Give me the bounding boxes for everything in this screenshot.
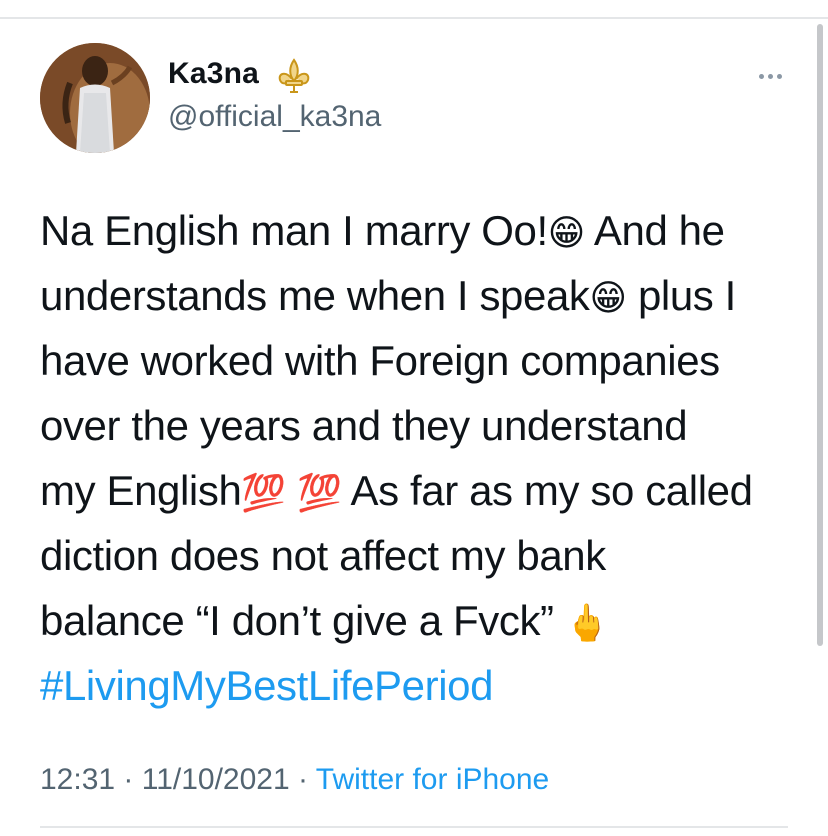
separator: · xyxy=(115,763,142,796)
avatar-image xyxy=(40,43,150,153)
tweet-line: over the years and they understand xyxy=(40,402,688,449)
tweet-line: balance “I don’t give a Fvck” 🖕 xyxy=(40,597,610,644)
more-dot xyxy=(758,73,764,79)
user-handle[interactable]: @official_ka3na xyxy=(168,100,381,134)
grinning-face-emoji: 😁 xyxy=(547,213,586,254)
avatar[interactable] xyxy=(40,43,150,153)
tweet-line: diction does not affect my bank xyxy=(40,532,606,579)
tweet-text: Na English man I marry Oo!😁 And he under… xyxy=(40,198,810,718)
fleur-de-lis-icon xyxy=(278,58,310,93)
tweet-metadata: 12:31 · 11/10/2021 · Twitter for iPhone xyxy=(40,763,549,797)
hundred-points-emoji: 💯 xyxy=(241,473,286,514)
tweet-time[interactable]: 12:31 xyxy=(40,763,115,796)
tweet-line: have worked with Foreign companies xyxy=(40,337,720,384)
grinning-face-emoji: 😁 xyxy=(589,278,628,319)
tweet-date[interactable]: 11/10/2021 xyxy=(142,763,290,796)
middle-finger-emoji: 🖕 xyxy=(564,603,610,644)
bottom-divider xyxy=(40,826,788,828)
separator: · xyxy=(289,763,316,796)
tweet-source-link[interactable]: Twitter for iPhone xyxy=(316,763,549,796)
tweet-line: my English💯 💯 As far as my so called xyxy=(40,467,753,514)
tweet-line: Na English man I marry Oo!😁 And he xyxy=(40,207,725,254)
tweet-line: #LivingMyBestLifePeriod xyxy=(40,653,810,718)
hashtag-link[interactable]: #LivingMyBestLifePeriod xyxy=(40,662,493,709)
hundred-points-emoji: 💯 xyxy=(297,473,342,514)
display-name[interactable]: Ka3na xyxy=(168,57,259,91)
more-options-icon[interactable] xyxy=(750,62,790,90)
tweet-line: understands me when I speak😁 plus I xyxy=(40,272,736,319)
more-dot xyxy=(767,73,773,79)
top-divider xyxy=(0,17,828,19)
scrollbar[interactable] xyxy=(817,24,823,646)
more-dot xyxy=(776,73,782,79)
